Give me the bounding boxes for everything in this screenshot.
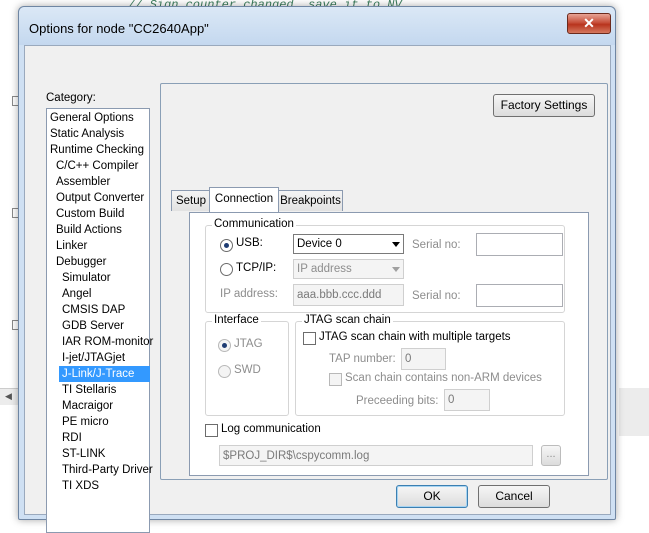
tab-connection[interactable]: Connection [209,187,279,212]
dialog-title: Options for node "CC2640App" [29,21,209,36]
jtag-radio[interactable] [218,339,231,352]
connection-tab-page: Communication USB: Device 0 Serial no: T… [189,212,589,476]
category-item-runtime-checking[interactable]: Runtime Checking [50,142,144,158]
category-item-gdb-server[interactable]: GDB Server [62,318,124,334]
category-item-i-jet-jtagjet[interactable]: I-jet/JTAGjet [62,350,125,366]
category-item-simulator[interactable]: Simulator [62,270,111,286]
category-item-static-analysis[interactable]: Static Analysis [50,126,124,142]
category-item-third-party-driver[interactable]: Third-Party Driver [62,462,153,478]
category-item-st-link[interactable]: ST-LINK [62,446,105,462]
category-item-rdi[interactable]: RDI [62,430,82,446]
category-item-macraigor[interactable]: Macraigor [62,398,113,414]
serial-no-label-2: Serial no: [412,290,461,302]
tcpip-radio[interactable] [220,263,233,276]
serial-no-input[interactable] [476,233,563,256]
chevron-down-icon [392,267,400,272]
ok-button[interactable]: OK [396,485,468,508]
preceding-bits-input[interactable]: 0 [444,389,490,411]
tcpip-address-select[interactable]: IP address [293,259,404,279]
tcpip-placeholder: IP address [297,263,352,275]
usb-device-value: Device 0 [297,238,342,250]
close-button[interactable]: ✕ [567,13,611,34]
swd-label: SWD [234,364,261,376]
category-item-angel[interactable]: Angel [62,286,91,302]
preceding-bits-label: Preceeding bits: [356,395,439,407]
log-file-path-input[interactable]: $PROJ_DIR$\cspycomm.log [219,445,533,466]
swd-radio[interactable] [218,365,231,378]
category-item-c-c-compiler[interactable]: C/C++ Compiler [56,158,138,174]
communication-group-title: Communication [212,218,296,230]
usb-radio[interactable] [220,239,233,252]
options-dialog: Options for node "CC2640App" ✕ Category:… [18,6,616,533]
editor-scrollbar[interactable]: ◀ [0,388,18,405]
scroll-left-icon[interactable]: ◀ [5,391,12,402]
close-icon: ✕ [583,15,595,31]
serial-no-label: Serial no: [412,239,461,251]
category-item-iar-rom-monitor[interactable]: IAR ROM-monitor [62,334,153,350]
category-list[interactable]: General Options Static Analysis Runtime Ch… [46,108,153,533]
ip-address-input[interactable]: aaa.bbb.ccc.ddd [293,284,404,306]
tcpip-label: TCP/IP: [236,262,277,274]
serial-no-input-2[interactable] [476,284,563,307]
tap-number-label: TAP number: [329,353,396,365]
tab-breakpoints[interactable]: Breakpoints [278,190,343,211]
non-arm-checkbox[interactable] [329,373,342,386]
dialog-client-area: Category: General Options Static Analysis… [24,45,611,533]
category-item-custom-build[interactable]: Custom Build [56,206,124,222]
category-item-linker[interactable]: Linker [56,238,87,254]
category-item-ti-xds[interactable]: TI XDS [62,478,99,494]
usb-label: USB: [236,237,263,249]
category-item-j-link-j-trace[interactable]: J-Link/J-Trace [59,366,150,382]
multiple-targets-checkbox[interactable] [303,332,316,345]
category-item-pe-micro[interactable]: PE micro [62,414,109,430]
category-item-debugger[interactable]: Debugger [56,254,107,270]
category-item-build-actions[interactable]: Build Actions [56,222,122,238]
non-arm-label: Scan chain contains non-ARM devices [345,372,542,384]
jtag-label: JTAG [234,338,263,350]
category-label: Category: [46,92,96,104]
category-item-assembler[interactable]: Assembler [56,174,110,190]
dialog-titlebar[interactable]: Options for node "CC2640App" ✕ [19,7,615,45]
tap-number-input[interactable]: 0 [401,348,446,370]
tab-setup[interactable]: Setup [171,190,211,211]
category-item-general-options[interactable]: General Options [50,110,134,126]
factory-settings-button[interactable]: Factory Settings [493,94,595,117]
log-communication-label: Log communication [221,423,321,435]
cancel-button[interactable]: Cancel [478,485,550,508]
interface-group-title: Interface [212,314,261,326]
chevron-down-icon [392,242,400,247]
category-item-ti-stellaris[interactable]: TI Stellaris [62,382,116,398]
category-item-output-converter[interactable]: Output Converter [56,190,144,206]
ip-address-label: IP address: [220,288,278,300]
category-item-cmsis-dap[interactable]: CMSIS DAP [62,302,125,318]
log-communication-checkbox[interactable] [205,424,218,437]
multiple-targets-label: JTAG scan chain with multiple targets [319,331,511,343]
editor-scrollbar-corner [619,388,649,436]
jtag-scan-chain-title: JTAG scan chain [302,314,393,326]
browse-log-button[interactable]: ... [541,445,561,466]
usb-device-select[interactable]: Device 0 [293,234,404,254]
